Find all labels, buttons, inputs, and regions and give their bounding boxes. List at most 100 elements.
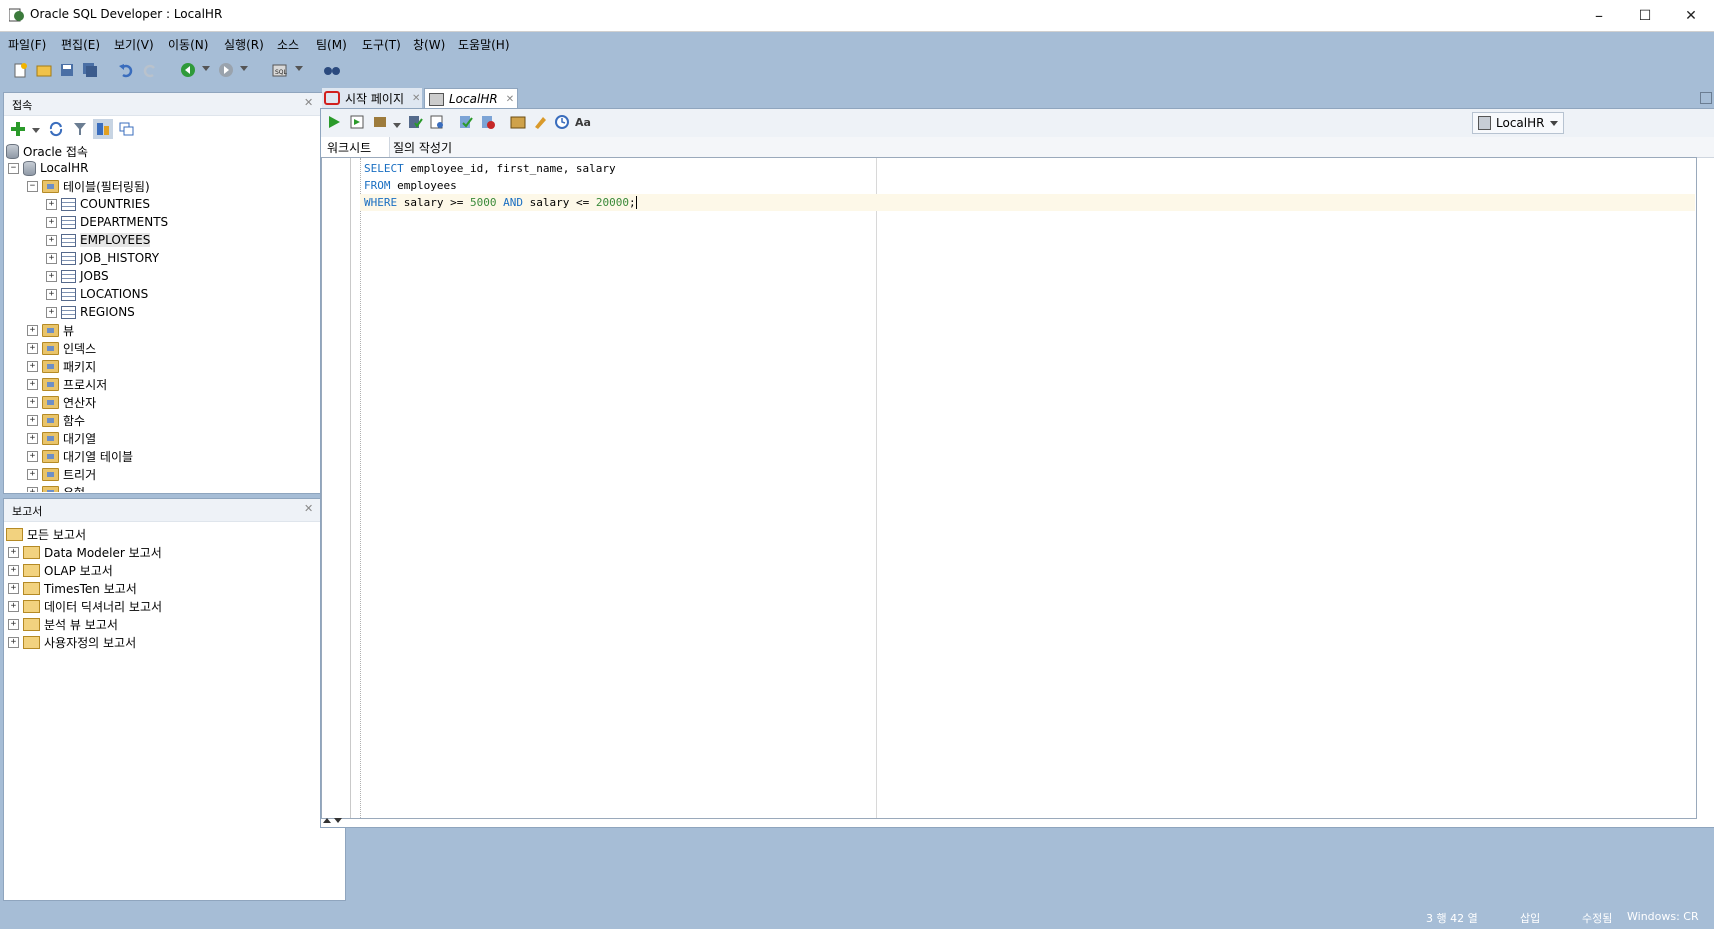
code-line-2[interactable]: FROM employees [364, 177, 457, 194]
expand-icon[interactable]: + [46, 270, 57, 282]
expand-icon[interactable]: + [8, 600, 19, 612]
tree-item-table[interactable]: + LOCATIONS [46, 285, 148, 303]
tree-item-queues[interactable]: + 대기열 [27, 429, 96, 447]
tree-item-report[interactable]: + OLAP 보고서 [8, 561, 113, 579]
menu-run[interactable]: 실행(R) [224, 36, 264, 53]
collapse-icon[interactable]: − [27, 180, 38, 192]
commit-icon[interactable] [405, 112, 425, 132]
tree-item-oracle-connections[interactable]: Oracle 접속 [6, 142, 88, 160]
tree-item-queue-tables[interactable]: + 대기열 테이블 [27, 447, 133, 465]
expand-icon[interactable]: + [27, 414, 38, 426]
expand-icon[interactable]: + [27, 468, 38, 480]
expand-icon[interactable]: + [27, 486, 38, 492]
tree-item-tables[interactable]: − 테이블(필터링됨) [27, 177, 150, 195]
tree-item-table[interactable]: + JOB_HISTORY [46, 249, 159, 267]
expand-down-icon[interactable] [334, 818, 342, 823]
tree-item-report[interactable]: + 분석 뷰 보고서 [8, 615, 118, 633]
tree-item-table[interactable]: + REGIONS [46, 303, 135, 321]
undo-icon[interactable] [116, 60, 136, 80]
menu-team[interactable]: 팀(M) [316, 36, 347, 53]
clear-icon[interactable] [530, 112, 550, 132]
expand-icon[interactable]: + [46, 234, 57, 246]
save-all-icon[interactable] [80, 60, 100, 80]
close-tab-icon[interactable]: ✕ [506, 94, 514, 105]
tab-start-page[interactable]: 시작 페이지 ✕ [322, 88, 422, 108]
open-folder-icon[interactable] [34, 60, 54, 80]
menu-help[interactable]: 도움말(H) [458, 36, 510, 53]
tree-item-types[interactable]: + 유형 [27, 483, 85, 492]
tree-item-all-reports[interactable]: 모든 보고서 [6, 525, 86, 543]
menu-file[interactable]: 파일(F) [8, 36, 46, 53]
collapse-icon[interactable]: − [8, 162, 19, 174]
menu-tools[interactable]: 도구(T) [362, 36, 401, 53]
tree-item-procedures[interactable]: + 프로시저 [27, 375, 107, 393]
tree-item-localhr[interactable]: − LocalHR [8, 159, 88, 177]
expand-icon[interactable]: + [8, 564, 19, 576]
tree-item-report[interactable]: + 데이터 딕셔너리 보고서 [8, 597, 162, 615]
expand-icon[interactable]: + [8, 636, 19, 648]
run-statement-icon[interactable] [324, 112, 344, 132]
expand-icon[interactable]: + [46, 252, 57, 264]
expand-icon[interactable]: + [27, 432, 38, 444]
find-icon[interactable] [322, 60, 342, 80]
save-icon[interactable] [57, 60, 77, 80]
expand-icon[interactable]: + [8, 618, 19, 630]
tab-localhr[interactable]: LocalHR ✕ [424, 88, 518, 109]
close-panel-icon[interactable]: ✕ [304, 502, 313, 515]
run-script-icon[interactable] [347, 112, 367, 132]
tree-item-table[interactable]: + EMPLOYEES [46, 231, 151, 249]
minimize-button[interactable]: – [1576, 0, 1622, 31]
expand-icon[interactable]: + [46, 288, 57, 300]
refresh-icon[interactable] [46, 119, 66, 139]
tree-item-report[interactable]: + 사용자정의 보고서 [8, 633, 136, 651]
expand-icon[interactable]: + [8, 546, 19, 558]
expand-icon[interactable]: + [46, 198, 57, 210]
forward-icon[interactable] [216, 60, 236, 80]
tree-item-report[interactable]: + TimesTen 보고서 [8, 579, 137, 597]
back-icon[interactable] [178, 60, 198, 80]
code-editor[interactable]: SELECT employee_id, first_name, salary F… [321, 157, 1697, 819]
expand-icon[interactable]: + [27, 450, 38, 462]
tab-query-builder[interactable]: 질의 작성기 [387, 137, 458, 157]
close-button[interactable]: ✕ [1668, 0, 1714, 31]
redo-icon[interactable] [140, 60, 160, 80]
expand-icon[interactable]: + [27, 342, 38, 354]
sql-tuning-icon[interactable] [508, 112, 528, 132]
tab-worksheet[interactable]: 워크시트 [321, 137, 390, 157]
sql-worksheet-icon[interactable]: SQL [270, 60, 290, 80]
expand-icon[interactable]: + [8, 582, 19, 594]
history-icon[interactable] [552, 112, 572, 132]
tree-item-report[interactable]: + Data Modeler 보고서 [8, 543, 162, 561]
new-file-icon[interactable] [10, 60, 30, 80]
menu-navigate[interactable]: 이동(N) [168, 36, 208, 53]
tree-item-table[interactable]: + DEPARTMENTS [46, 213, 168, 231]
tree-item-functions[interactable]: + 함수 [27, 411, 85, 429]
add-connection-dropdown-icon[interactable] [32, 128, 40, 133]
expand-icon[interactable]: + [27, 324, 38, 336]
tree-item-triggers[interactable]: + 트리거 [27, 465, 96, 483]
collapse-all-icon[interactable] [116, 119, 136, 139]
commit-transaction-icon[interactable] [456, 112, 476, 132]
menu-edit[interactable]: 편집(E) [61, 36, 100, 53]
sql-worksheet-dropdown-icon[interactable] [295, 66, 303, 71]
close-panel-icon[interactable]: ✕ [304, 96, 313, 109]
autotrace-icon[interactable] [371, 112, 391, 132]
autotrace-dropdown-icon[interactable] [393, 123, 401, 128]
add-connection-icon[interactable] [8, 119, 28, 139]
code-line-3[interactable]: WHERE salary >= 5000 AND salary <= 20000… [364, 194, 637, 211]
expand-icon[interactable]: + [27, 396, 38, 408]
tab-list-icon[interactable] [1700, 92, 1712, 104]
rollback-icon[interactable] [478, 112, 498, 132]
maximize-button[interactable]: ☐ [1622, 0, 1668, 31]
close-tab-icon[interactable]: ✕ [412, 93, 420, 104]
menu-window[interactable]: 창(W) [413, 36, 445, 53]
expand-icon[interactable]: + [46, 216, 57, 228]
tree-item-operators[interactable]: + 연산자 [27, 393, 96, 411]
menu-source[interactable]: 소스 [277, 36, 299, 53]
tree-item-indexes[interactable]: + 인덱스 [27, 339, 96, 357]
back-dropdown-icon[interactable] [202, 66, 210, 71]
tree-item-table[interactable]: + JOBS [46, 267, 109, 285]
tree-item-table[interactable]: + COUNTRIES [46, 195, 150, 213]
connection-selector[interactable]: LocalHR [1472, 112, 1564, 134]
format-case-icon[interactable]: Aa [573, 112, 593, 132]
